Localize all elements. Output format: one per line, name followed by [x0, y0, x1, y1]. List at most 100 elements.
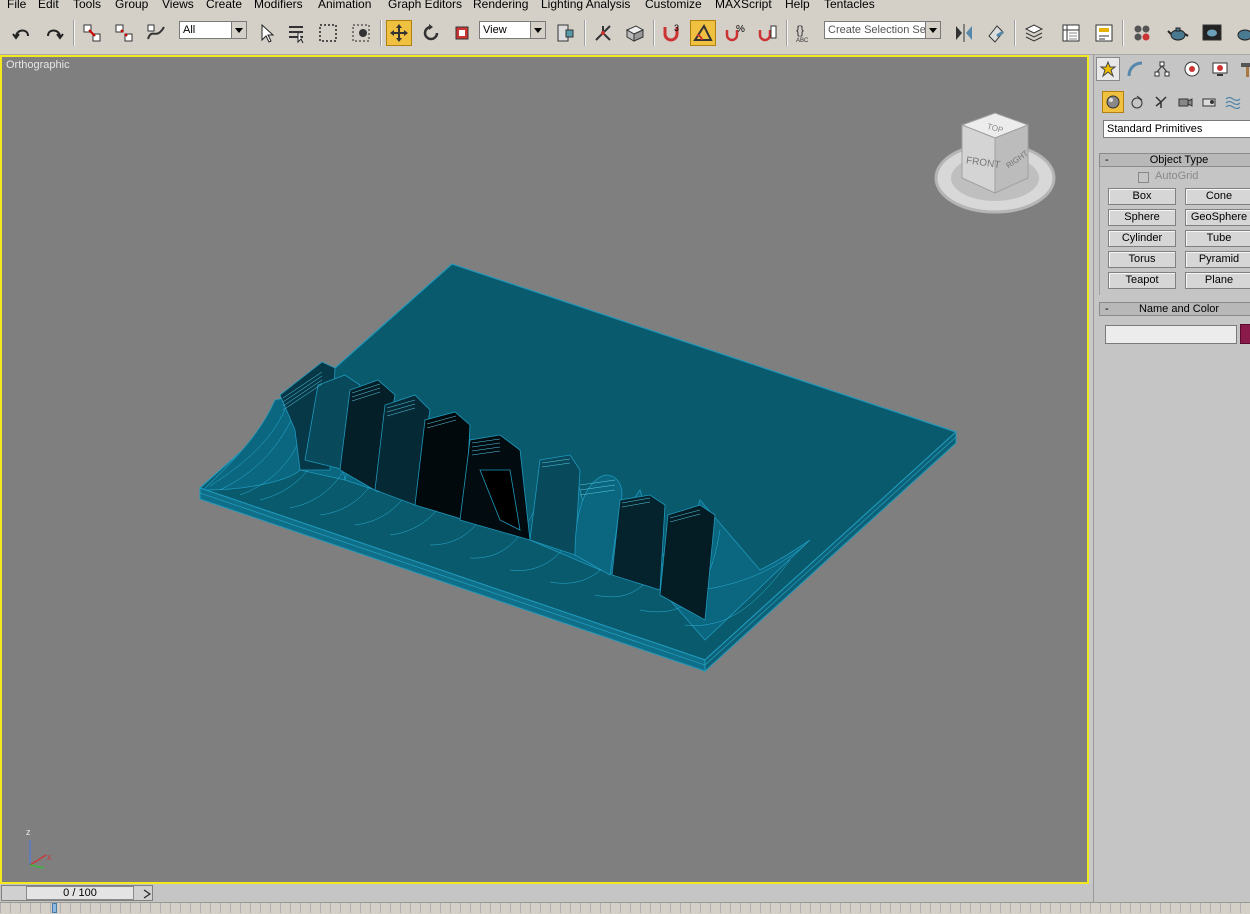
svg-text:ABC: ABC: [796, 38, 809, 44]
scene-canvas: TOP FRONT RIGHT z x: [26, 112, 1056, 869]
material-editor-button[interactable]: [1129, 20, 1155, 46]
reference-coordinate-value: View: [483, 24, 507, 36]
lights-tab[interactable]: [1150, 91, 1172, 113]
time-slider[interactable]: 0 / 100: [1, 885, 153, 901]
menu-graph-editors[interactable]: Graph Editors: [388, 0, 462, 11]
render-setup-button[interactable]: [1165, 20, 1191, 46]
select-and-link-button[interactable]: [79, 20, 105, 46]
select-and-scale-button[interactable]: [449, 20, 475, 46]
tab-utilities[interactable]: [1235, 57, 1250, 81]
geometry-tab[interactable]: [1102, 91, 1124, 113]
rectangular-selection-button[interactable]: [315, 20, 341, 46]
tab-motion[interactable]: [1180, 57, 1204, 81]
select-by-name-button[interactable]: [283, 20, 309, 46]
spinner-snap-toggle-button[interactable]: [754, 20, 780, 46]
window-crossing-button[interactable]: [348, 20, 374, 46]
timeline-ticks: [0, 903, 1250, 913]
cylinder-button[interactable]: Cylinder: [1108, 230, 1176, 247]
light-icon: [1155, 96, 1167, 108]
next-frame-arrow-icon[interactable]: [143, 889, 151, 899]
svg-text:{}: {}: [796, 23, 804, 37]
keyboard-shortcut-override-button[interactable]: [622, 20, 648, 46]
tab-display[interactable]: [1208, 57, 1232, 81]
teapot-button[interactable]: Teapot: [1108, 272, 1176, 289]
menu-animation[interactable]: Animation: [318, 0, 371, 11]
object-type-rollout-header[interactable]: - Object Type: [1099, 153, 1250, 167]
tab-modify[interactable]: [1123, 57, 1147, 81]
shapes-tab[interactable]: [1126, 91, 1148, 113]
menu-modifiers[interactable]: Modifiers: [254, 0, 303, 11]
object-category-dropdown[interactable]: Standard Primitives: [1103, 120, 1250, 138]
bind-to-space-warp-button[interactable]: [143, 20, 169, 46]
timeline-track[interactable]: [0, 902, 1250, 914]
angle-snap-toggle-button[interactable]: [690, 20, 716, 46]
menu-group[interactable]: Group: [115, 0, 148, 11]
hammer-icon: [1241, 63, 1250, 77]
menu-customize[interactable]: Customize: [645, 0, 702, 11]
torus-button[interactable]: Torus: [1108, 251, 1176, 268]
manipulate-button[interactable]: [590, 20, 616, 46]
menu-file[interactable]: File: [7, 0, 26, 11]
object-category-value: Standard Primitives: [1107, 123, 1203, 135]
named-selection-set-dropdown[interactable]: Create Selection Set: [824, 21, 941, 39]
reference-coordinate-dropdown[interactable]: View: [479, 21, 546, 39]
rendered-frame-window-button[interactable]: [1199, 20, 1225, 46]
mirror-button[interactable]: [951, 20, 977, 46]
menu-maxscript[interactable]: MAXScript: [715, 0, 772, 11]
name-and-color-rollout-header[interactable]: - Name and Color: [1099, 302, 1250, 316]
object-color-swatch[interactable]: [1240, 324, 1250, 344]
cameras-tab[interactable]: [1174, 91, 1196, 113]
tube-button[interactable]: Tube: [1185, 230, 1250, 247]
select-and-rotate-button[interactable]: [418, 20, 444, 46]
plane-button[interactable]: Plane: [1185, 272, 1250, 289]
menu-views[interactable]: Views: [162, 0, 194, 11]
space-warps-tab[interactable]: [1222, 91, 1244, 113]
selection-filter-value: All: [183, 24, 196, 36]
graphite-modeling-tools-button[interactable]: [1058, 20, 1084, 46]
time-slider-thumb[interactable]: 0 / 100: [26, 886, 134, 900]
tab-hierarchy[interactable]: [1150, 57, 1174, 81]
main-toolbar: All View 3 % {} ABC Create Selection Set: [0, 12, 1250, 55]
autogrid-checkbox[interactable]: [1138, 172, 1149, 183]
undo-button[interactable]: [9, 20, 35, 46]
orthographic-viewport[interactable]: Orthographic TOP FRONT RIGHT z x: [0, 55, 1089, 884]
tab-create[interactable]: [1096, 57, 1120, 81]
render-production-button[interactable]: [1230, 20, 1250, 46]
helpers-tab[interactable]: [1198, 91, 1220, 113]
menu-help[interactable]: Help: [785, 0, 810, 11]
rotate-icon: [423, 24, 439, 41]
viewcube[interactable]: TOP FRONT RIGHT: [934, 112, 1056, 214]
menu-lighting-analysis[interactable]: Lighting Analysis: [541, 0, 630, 11]
menu-edit[interactable]: Edit: [38, 0, 59, 11]
curve-editor-button[interactable]: [1091, 20, 1117, 46]
align-button[interactable]: [983, 20, 1009, 46]
select-and-move-button[interactable]: [386, 20, 412, 46]
menu-create[interactable]: Create: [206, 0, 242, 11]
keyboard-icon: [625, 25, 645, 42]
snaps-toggle-button[interactable]: 3: [658, 20, 684, 46]
angle-snap-icon: [693, 23, 713, 41]
create-star-icon: [1099, 60, 1117, 78]
pyramid-button[interactable]: Pyramid: [1185, 251, 1250, 268]
selection-filter-dropdown[interactable]: All: [179, 21, 247, 39]
object-name-input[interactable]: [1105, 325, 1237, 344]
sphere-button[interactable]: Sphere: [1108, 209, 1176, 226]
geosphere-button[interactable]: GeoSphere: [1185, 209, 1250, 226]
select-object-button[interactable]: [253, 20, 279, 46]
menu-tentacles[interactable]: Tentacles: [824, 0, 875, 11]
menu-rendering[interactable]: Rendering: [473, 0, 528, 11]
percent-snap-toggle-button[interactable]: %: [722, 20, 748, 46]
redo-button[interactable]: [41, 20, 67, 46]
box-button[interactable]: Box: [1108, 188, 1176, 205]
motion-icon: [1184, 61, 1200, 77]
menu-tools[interactable]: Tools: [73, 0, 101, 11]
unlink-selection-button[interactable]: [111, 20, 137, 46]
svg-text:%: %: [736, 24, 745, 35]
timeline-current-frame-marker[interactable]: [52, 903, 57, 913]
layer-manager-button[interactable]: [1021, 20, 1047, 46]
pivot-center-button[interactable]: [552, 20, 578, 46]
space-warp-icon: [147, 24, 165, 40]
cone-button[interactable]: Cone: [1185, 188, 1250, 205]
select-by-name-icon: [289, 26, 304, 44]
edit-named-selection-button[interactable]: {} ABC: [792, 20, 818, 46]
